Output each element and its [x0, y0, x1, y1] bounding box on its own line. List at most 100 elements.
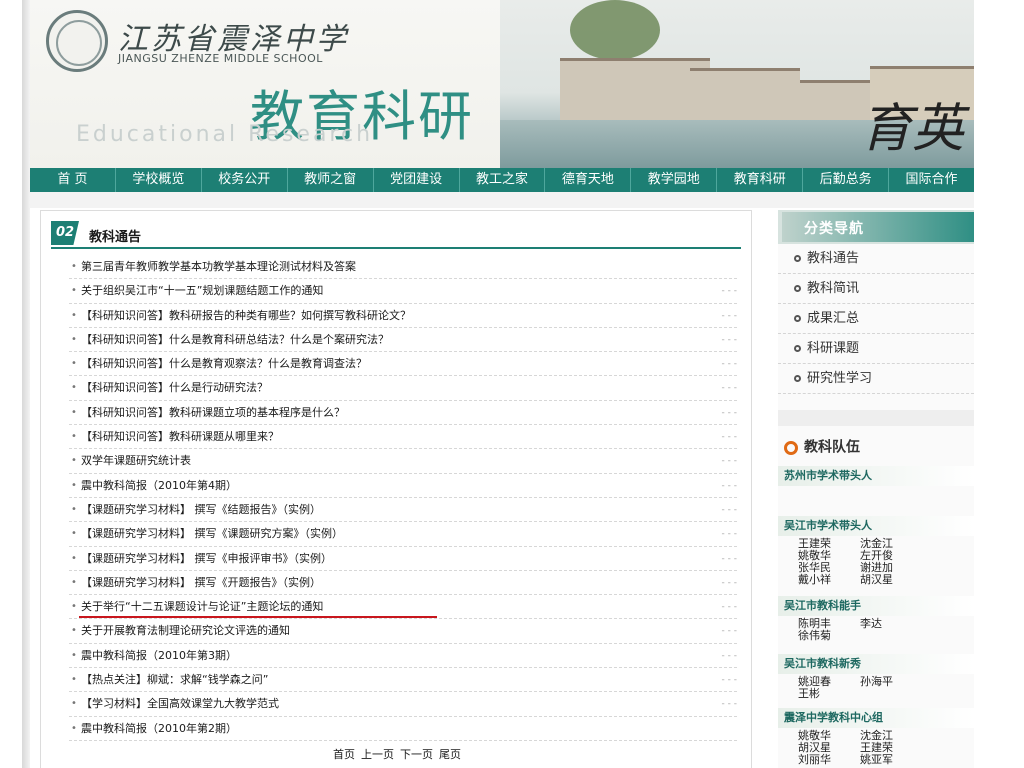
dash-decoration: - - - — [721, 407, 737, 418]
category-nav-title: 分类导航 — [804, 221, 864, 237]
member-name: 戴小祥 — [798, 573, 831, 586]
team-group: 吴江市教科新秀 姚迎春 孙海平 王彬 — [778, 654, 974, 708]
member-row: 戴小祥 胡汉星 — [798, 574, 974, 586]
bullet-icon: • — [71, 455, 77, 467]
notice-link[interactable]: • 【科研知识问答】教科研课题从哪里来？ - - - — [69, 425, 737, 450]
notice-text: 【热点关注】柳斌：求解“钱学森之问” — [81, 673, 269, 687]
notice-link[interactable]: • 关于开展教育法制理论研究论文评选的通知 - - - — [69, 619, 737, 644]
pager-link[interactable]: 首页 — [333, 748, 355, 761]
pager-link[interactable]: 尾页 — [439, 748, 461, 761]
sidebar-separator — [778, 410, 974, 426]
notice-link[interactable]: • 【课题研究学习材料】 撰写《开题报告》（实例） - - - — [69, 571, 737, 596]
sidebar: 分类导航 教科通告 教科简讯 成果汇总 科研课题 研究性学习 教科队伍 苏州市学术带头人… — [778, 210, 974, 768]
notice-link[interactable]: • 【热点关注】柳斌：求解“钱学森之问” - - - — [69, 668, 737, 693]
notice-link[interactable]: • 【科研知识问答】教科研报告的种类有哪些？如何撰写教科研论文？ - - - — [69, 304, 737, 328]
notice-text: 关于举行“十二五课题设计与论证”主题论坛的通知 — [81, 600, 324, 614]
category-link[interactable]: 成果汇总 — [778, 304, 974, 334]
pager-link[interactable]: 下一页 — [400, 748, 433, 761]
member-row: 徐伟菊 — [798, 630, 974, 642]
category-nav-header: 分类导航 — [778, 210, 974, 244]
nav-item[interactable]: 校务公开 — [202, 168, 288, 192]
bullet-icon: • — [71, 503, 77, 515]
member-name: 孙海平 — [860, 675, 893, 688]
member-name — [860, 688, 922, 700]
notice-link[interactable]: • 第三届青年教师教学基本功教学基本理论测试材料及答案 — [69, 255, 737, 280]
nav-item[interactable]: 后勤总务 — [803, 168, 890, 192]
dash-decoration: - - - — [721, 432, 737, 443]
nav-item[interactable]: 首 页 — [30, 168, 116, 192]
category-link[interactable]: 科研课题 — [778, 334, 974, 364]
notice-link[interactable]: • 震中教科简报（2010年第4期） - - - — [69, 474, 737, 498]
nav-item[interactable]: 教学园地 — [631, 168, 718, 192]
nav-item[interactable]: 学校概览 — [116, 168, 202, 192]
panel-title: 教科通告 — [89, 230, 142, 245]
member-row: 王彬 — [798, 688, 974, 700]
calligraphy-art: 育英 — [860, 99, 965, 159]
bullet-icon: • — [71, 479, 77, 491]
team-group-members: 王建荣 沈金江 姚敬华 左开俊 张华民 谢进加 戴小祥 胡汉星 — [778, 536, 974, 586]
notice-text: 震中教科简报（2010年第3期） — [81, 648, 237, 662]
team-group-title: 吴江市教科能手 — [778, 596, 974, 616]
bullet-icon: • — [71, 358, 77, 370]
category-list: 教科通告教科简讯成果汇总科研课题 研究性学习 — [778, 244, 974, 394]
bullet-icon: • — [71, 406, 77, 418]
category-link[interactable]: 教科简讯 — [778, 274, 974, 304]
pager-link[interactable]: 上一页 — [361, 748, 394, 761]
category-link[interactable]: 教科通告 — [778, 244, 974, 274]
notice-text: 【科研知识问答】教科研报告的种类有哪些？如何撰写教科研论文？ — [81, 308, 411, 322]
category-label: 成果汇总 — [807, 311, 860, 326]
notice-link[interactable]: • 震中教科简报（2010年第3期） - - - — [69, 644, 737, 669]
notice-link[interactable]: • 关于组织吴江市“十一五”规划课题结题工作的通知 - - - — [69, 279, 737, 304]
nav-item[interactable]: 国际合作 — [889, 168, 974, 192]
dash-decoration: - - - — [721, 504, 737, 515]
team-group-title: 吴江市学术带头人 — [778, 516, 974, 536]
panel-header: 02 教科通告 — [51, 219, 741, 249]
notice-text: 【科研知识问答】什么是行动研究法？ — [81, 381, 268, 395]
member-row: 姚迎春 孙海平 — [798, 676, 974, 688]
member-name — [860, 630, 922, 642]
member-name: 姚亚军 — [860, 753, 893, 766]
bullet-icon: • — [71, 576, 77, 588]
team-group: 吴江市教科能手 陈明丰 李达 徐伟菊 — [778, 596, 974, 654]
bullet-icon: • — [71, 528, 77, 540]
notice-link[interactable]: • 双学年课题研究统计表 - - - — [69, 449, 737, 474]
circle-bullet-icon — [794, 315, 801, 322]
dash-decoration: - - - — [721, 699, 737, 710]
notice-link[interactable]: • 【科研知识问答】什么是教育科研总结法？什么是个案研究法？ - - - — [69, 328, 737, 353]
nav-item[interactable]: 德育天地 — [545, 168, 632, 192]
ring-icon — [784, 440, 798, 455]
nav-item[interactable]: 党团建设 — [374, 168, 460, 192]
school-logo-seal — [46, 10, 108, 72]
notice-link[interactable]: • 震中教科简报（2010年第2期） — [69, 717, 737, 741]
bullet-icon: • — [71, 382, 77, 394]
notice-text: 【课题研究学习材料】 撰写《课题研究方案》（实例） — [81, 527, 343, 541]
category-label: 教科简讯 — [807, 281, 860, 296]
dash-decoration: - - - — [721, 383, 737, 394]
nav-item[interactable]: 教工之家 — [460, 168, 546, 192]
school-name-en: JIANGSU ZHENZE MIDDLE SCHOOL — [118, 52, 323, 65]
bullet-icon: • — [71, 285, 77, 297]
notice-link[interactable]: • 【科研知识问答】什么是教育观察法？什么是教育调查法？ - - - — [69, 352, 737, 377]
team-group-members — [778, 486, 974, 488]
notice-link[interactable]: • 【课题研究学习材料】 撰写《申报评审书》（实例） - - - — [69, 547, 737, 571]
pagination: 首页 上一页 下一页 尾页 — [41, 746, 753, 762]
team-group-title: 吴江市教科新秀 — [778, 654, 974, 674]
team-group: 苏州市学术带头人 — [778, 466, 974, 516]
notice-link[interactable]: • 【课题研究学习材料】 撰写《课题研究方案》（实例） - - - — [69, 522, 737, 547]
nav-item[interactable]: 教师之窗 — [288, 168, 374, 192]
team-group-members: 姚迎春 孙海平 王彬 — [778, 674, 974, 700]
dash-decoration: - - - — [721, 359, 737, 370]
notice-link[interactable]: • 【科研知识问答】什么是行动研究法？ - - - — [69, 376, 737, 401]
member-name: 王彬 — [798, 687, 820, 700]
nav-item[interactable]: 教育科研 — [717, 168, 804, 192]
category-link[interactable]: 研究性学习 — [778, 364, 974, 394]
dash-decoration: - - - — [721, 650, 737, 661]
notice-link[interactable]: • 【课题研究学习材料】 撰写《结题报告》（实例） - - - — [69, 498, 737, 523]
notice-text: 【科研知识问答】教科研课题立项的基本程序是什么？ — [81, 405, 345, 419]
notice-link[interactable]: • 【科研知识问答】教科研课题立项的基本程序是什么？ - - - — [69, 401, 737, 426]
notice-link[interactable]: • 关于举行“十二五课题设计与论证”主题论坛的通知 - - - — [69, 595, 737, 620]
bullet-icon: • — [71, 261, 77, 272]
notice-link[interactable]: • 【学习材料】全国高效课堂九大教学范式 - - - — [69, 692, 737, 717]
bullet-icon: • — [71, 649, 77, 661]
dash-decoration: - - - — [721, 334, 737, 345]
